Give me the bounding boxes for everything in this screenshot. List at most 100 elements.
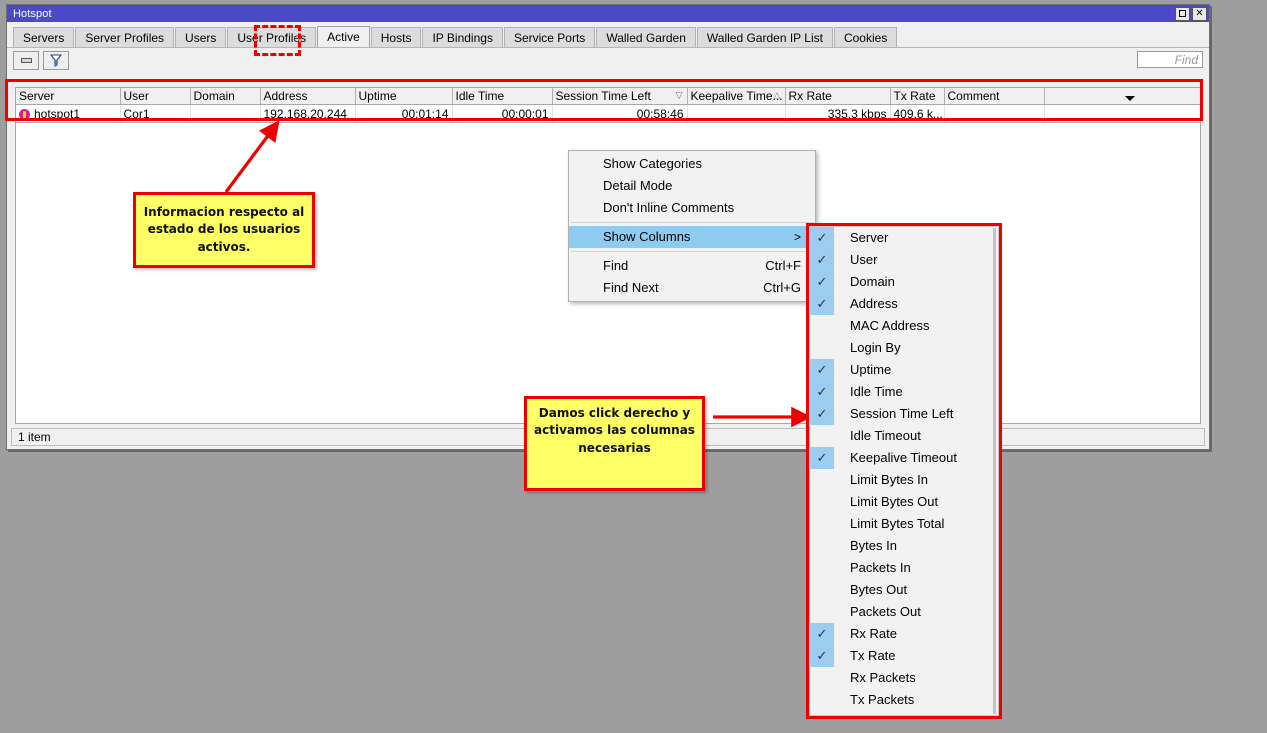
column-option-packets-in[interactable]: Packets In <box>810 557 998 579</box>
remove-button[interactable] <box>13 51 39 70</box>
tab-servers[interactable]: Servers <box>13 27 75 47</box>
column-option-label: Bytes In <box>850 538 897 553</box>
cell-value: 335.3 kbps <box>827 106 887 121</box>
column-option-server[interactable]: ✓ Server <box>810 227 998 249</box>
tab-hosts[interactable]: Hosts <box>370 27 422 47</box>
tab-server-profiles[interactable]: Server Profiles <box>75 27 175 47</box>
column-option-rx-rate[interactable]: ✓ Rx Rate <box>810 623 998 645</box>
column-header-idle-time[interactable]: Idle Time <box>452 88 553 105</box>
checkmark-icon <box>810 425 834 447</box>
column-option-label: Login By <box>850 340 901 355</box>
column-option-mac-address[interactable]: MAC Address <box>810 315 998 337</box>
column-option-packets-out[interactable]: Packets Out <box>810 601 998 623</box>
find-input[interactable]: Find <box>1137 51 1203 68</box>
column-option-uptime[interactable]: ✓ Uptime <box>810 359 998 381</box>
column-header-label: Server <box>19 89 55 103</box>
column-option-keepalive-timeout[interactable]: ✓ Keepalive Timeout <box>810 447 998 469</box>
tab-users[interactable]: Users <box>175 27 227 47</box>
menu-item-show-columns[interactable]: Show Columns > <box>569 226 815 248</box>
filter-button[interactable] <box>43 51 69 70</box>
cell-user: Cor1 <box>120 104 191 122</box>
column-option-label: Rx Rate <box>850 626 897 641</box>
cell-value: 192.168.20.244 <box>263 106 347 121</box>
cell-comment <box>944 104 1045 122</box>
column-header-uptime[interactable]: Uptime <box>355 88 453 105</box>
column-option-idle-time[interactable]: ✓ Idle Time <box>810 381 998 403</box>
column-option-tx-packets[interactable]: Tx Packets <box>810 689 998 711</box>
chevron-right-icon: > <box>793 230 801 244</box>
cell-domain <box>190 104 261 122</box>
checkmark-icon: ✓ <box>810 359 834 381</box>
column-option-domain[interactable]: ✓ Domain <box>810 271 998 293</box>
menu-item-label: Find <box>603 258 629 273</box>
toolbar: Find <box>7 48 1209 73</box>
window-titlebar[interactable]: Hotspot ✕ <box>7 5 1209 22</box>
column-option-address[interactable]: ✓ Address <box>810 293 998 315</box>
column-header-keepalive-time-[interactable]: Keepalive Time... △ <box>687 88 786 105</box>
column-option-bytes-out[interactable]: Bytes Out <box>810 579 998 601</box>
column-option-login-by[interactable]: Login By <box>810 337 998 359</box>
menu-item-don-t-inline-comments[interactable]: Don't Inline Comments <box>569 197 815 219</box>
column-option-limit-bytes-out[interactable]: Limit Bytes Out <box>810 491 998 513</box>
menu-item-find[interactable]: Find Ctrl+F <box>569 255 815 277</box>
checkmark-icon: ✓ <box>810 403 834 425</box>
maximize-button[interactable] <box>1175 6 1190 21</box>
cell-idle_time: 00:00:01 <box>452 104 553 122</box>
column-option-label: Packets In <box>850 560 911 575</box>
column-option-label: Rx Packets <box>850 670 916 685</box>
column-header-blank[interactable] <box>1044 88 1200 105</box>
column-option-tx-rate[interactable]: ✓ Tx Rate <box>810 645 998 667</box>
column-option-label: Limit Bytes In <box>850 472 929 487</box>
column-header-label: Session Time Left <box>555 89 651 103</box>
menu-item-detail-mode[interactable]: Detail Mode <box>569 175 815 197</box>
column-option-idle-timeout[interactable]: Idle Timeout <box>810 425 998 447</box>
cell-value: 409.6 k... <box>893 106 943 121</box>
checkmark-icon: ✓ <box>810 293 834 315</box>
close-button[interactable]: ✕ <box>1192 6 1207 21</box>
column-header-address[interactable]: Address <box>260 88 356 105</box>
menu-item-find-next[interactable]: Find Next Ctrl+G <box>569 277 815 299</box>
tab-service-ports[interactable]: Service Ports <box>503 27 596 47</box>
context-menu[interactable]: Show Categories Detail Mode Don't Inline C… <box>568 150 816 302</box>
column-option-user[interactable]: ✓ User <box>810 249 998 271</box>
column-option-bytes-in[interactable]: Bytes In <box>810 535 998 557</box>
checkmark-icon: ✓ <box>810 381 834 403</box>
checkmark-icon <box>810 513 834 535</box>
cell-value: Cor1 <box>123 106 150 121</box>
table-row[interactable]: hotspot1 Cor1 192.168.20.244 00:01:14 00:00:… <box>16 104 1200 122</box>
column-header-comment[interactable]: Comment <box>944 88 1045 105</box>
show-columns-submenu[interactable]: ✓ Server ✓ User ✓ Domain ✓ Address MAC Address Lo… <box>809 226 999 716</box>
tab-walled-garden-ip-list[interactable]: Walled Garden IP List <box>696 27 833 47</box>
column-header-session-time-left[interactable]: Session Time Left ▽ <box>552 88 688 105</box>
column-header-rx-rate[interactable]: Rx Rate <box>785 88 891 105</box>
column-header-domain[interactable]: Domain <box>190 88 261 105</box>
checkmark-icon <box>810 689 834 711</box>
checkmark-icon: ✓ <box>810 645 834 667</box>
column-option-session-time-left[interactable]: ✓ Session Time Left <box>810 403 998 425</box>
column-option-limit-bytes-in[interactable]: Limit Bytes In <box>810 469 998 491</box>
window-title: Hotspot <box>13 7 52 20</box>
tab-walled-garden[interactable]: Walled Garden <box>596 27 696 47</box>
tab-user-profiles[interactable]: User Profiles <box>227 27 317 47</box>
column-header-label: Address <box>263 89 308 103</box>
column-option-label: Bytes Out <box>850 582 908 597</box>
column-option-rx-packets[interactable]: Rx Packets <box>810 667 998 689</box>
tab-active[interactable]: Active <box>317 26 370 47</box>
item-count-label: 1 item <box>18 430 51 444</box>
column-option-label: Session Time Left <box>850 406 954 421</box>
column-chooser-icon[interactable] <box>1125 96 1135 101</box>
column-option-label: Server <box>850 230 889 245</box>
checkmark-icon <box>810 579 834 601</box>
checkmark-icon: ✓ <box>810 447 834 469</box>
menu-separator <box>571 222 813 223</box>
column-option-limit-bytes-total[interactable]: Limit Bytes Total <box>810 513 998 535</box>
tab-cookies[interactable]: Cookies <box>833 27 898 47</box>
menu-item-show-categories[interactable]: Show Categories <box>569 153 815 175</box>
column-header-user[interactable]: User <box>120 88 191 105</box>
column-header-label: Comment <box>947 89 1000 103</box>
column-option-label: User <box>850 252 878 267</box>
menu-item-label: Find Next <box>603 280 659 295</box>
tab-ip-bindings[interactable]: IP Bindings <box>422 27 503 47</box>
column-header-server[interactable]: Server <box>16 88 121 105</box>
column-header-tx-rate[interactable]: Tx Rate <box>890 88 945 105</box>
